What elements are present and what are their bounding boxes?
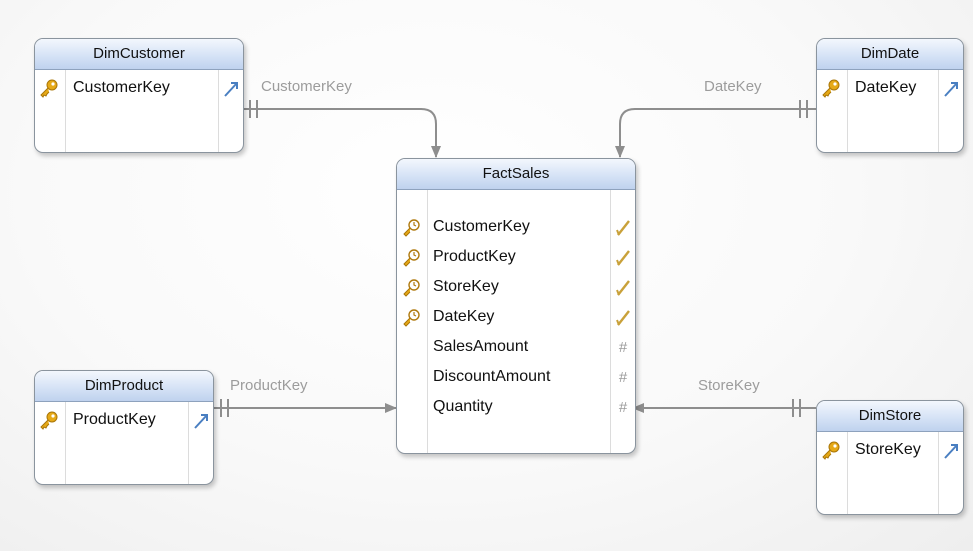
- foreign-key-icon: [400, 278, 422, 298]
- column-name: DateKey: [433, 308, 495, 325]
- connector-label-datekey: DateKey: [704, 78, 762, 95]
- column-row[interactable]: DateKey: [397, 304, 635, 332]
- connector-label-customerkey: CustomerKey: [261, 78, 352, 95]
- table-dimdate[interactable]: DimDate DateKey: [816, 38, 964, 153]
- table-title: DimDate: [817, 39, 963, 70]
- column-name: ProductKey: [433, 248, 516, 265]
- table-title: DimProduct: [35, 371, 213, 402]
- column-name: Quantity: [433, 398, 493, 415]
- check-icon: [615, 249, 631, 267]
- column-name: DiscountAmount: [433, 368, 551, 385]
- column-name: DateKey: [855, 79, 917, 96]
- primary-key-icon: [820, 79, 842, 99]
- relationship-store[interactable]: [632, 399, 816, 417]
- link-icon: [193, 412, 209, 430]
- foreign-key-icon: [400, 308, 422, 328]
- check-icon: [615, 279, 631, 297]
- primary-key-icon: [820, 441, 842, 461]
- column-row[interactable]: CustomerKey: [397, 214, 635, 242]
- primary-key-icon: [38, 411, 60, 431]
- column-row[interactable]: SalesAmount #: [397, 334, 635, 362]
- connector-label-productkey: ProductKey: [230, 377, 308, 394]
- check-icon: [615, 219, 631, 237]
- diagram-canvas: CustomerKey DateKey ProductKey StoreKey …: [0, 0, 973, 551]
- foreign-key-icon: [400, 248, 422, 268]
- column-row[interactable]: StoreKey: [397, 274, 635, 302]
- relationship-date[interactable]: [615, 100, 816, 158]
- table-factsales[interactable]: FactSales CustomerKey ProductKey StoreKe…: [396, 158, 636, 454]
- column-row[interactable]: DiscountAmount #: [397, 364, 635, 392]
- numeric-icon: #: [618, 369, 628, 386]
- column-row[interactable]: ProductKey: [35, 407, 213, 435]
- column-row[interactable]: DateKey: [817, 75, 963, 103]
- column-row[interactable]: StoreKey: [817, 437, 963, 465]
- check-icon: [615, 309, 631, 327]
- relationship-customer[interactable]: [243, 100, 441, 158]
- column-name: CustomerKey: [433, 218, 530, 235]
- numeric-icon: #: [618, 339, 628, 356]
- link-icon: [943, 442, 959, 460]
- column-row[interactable]: Quantity #: [397, 394, 635, 422]
- column-name: CustomerKey: [73, 79, 170, 96]
- table-dimstore[interactable]: DimStore StoreKey: [816, 400, 964, 515]
- link-icon: [223, 80, 239, 98]
- table-dimcustomer[interactable]: DimCustomer CustomerKey: [34, 38, 244, 153]
- connector-label-storekey: StoreKey: [698, 377, 760, 394]
- table-title: DimStore: [817, 401, 963, 432]
- column-name: ProductKey: [73, 411, 156, 428]
- column-row[interactable]: ProductKey: [397, 244, 635, 272]
- table-dimproduct[interactable]: DimProduct ProductKey: [34, 370, 214, 485]
- column-name: StoreKey: [855, 441, 921, 458]
- column-name: SalesAmount: [433, 338, 529, 355]
- primary-key-icon: [38, 79, 60, 99]
- table-title: DimCustomer: [35, 39, 243, 70]
- link-icon: [943, 80, 959, 98]
- column-row[interactable]: CustomerKey: [35, 75, 243, 103]
- numeric-icon: #: [618, 399, 628, 416]
- column-name: StoreKey: [433, 278, 499, 295]
- table-title: FactSales: [397, 159, 635, 190]
- relationship-product[interactable]: [213, 399, 397, 417]
- foreign-key-icon: [400, 218, 422, 238]
